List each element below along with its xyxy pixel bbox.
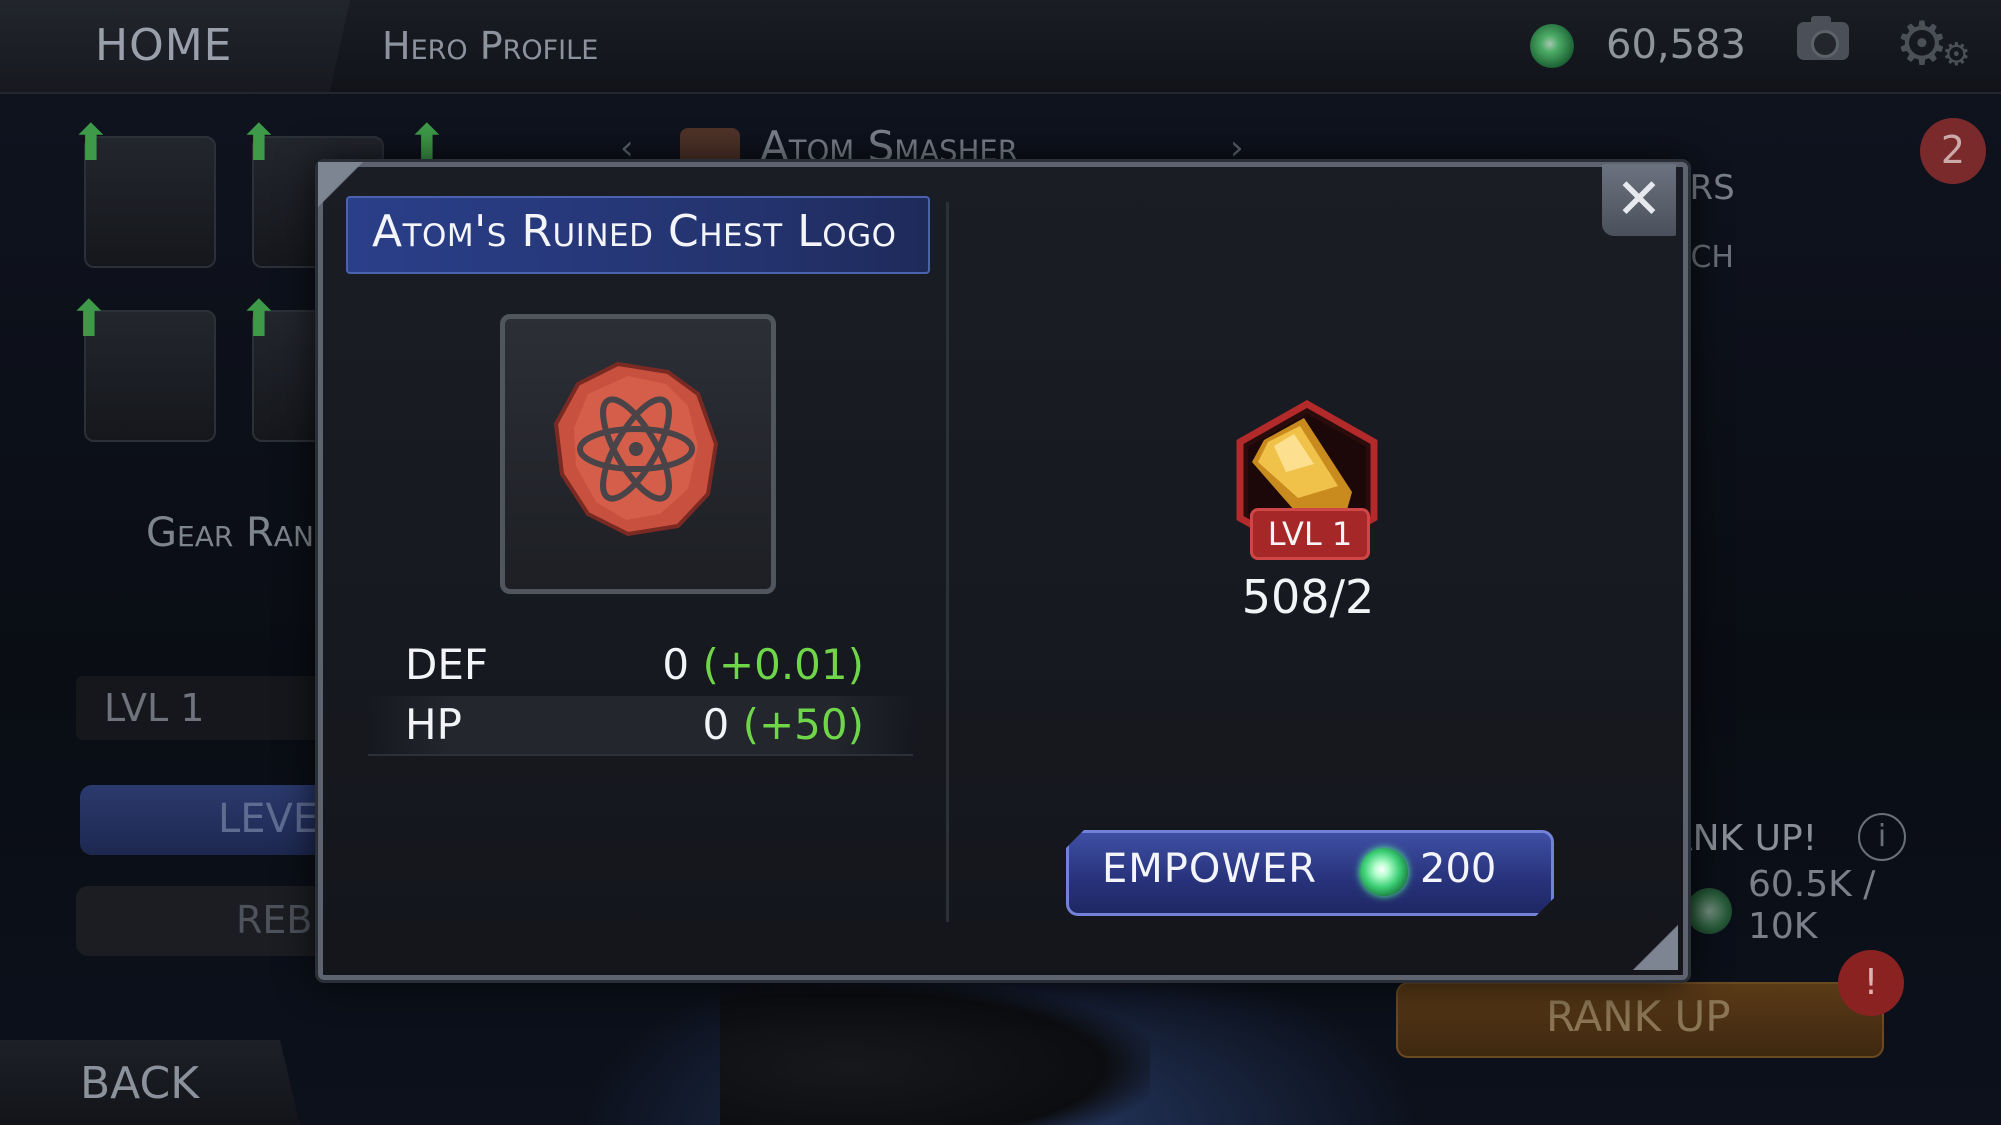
stat-base-value: 0	[662, 640, 690, 689]
notification-badge[interactable]: 2	[1920, 118, 1986, 184]
units-crystal-icon	[1360, 848, 1408, 896]
level-badge: LVL 1	[1250, 508, 1370, 560]
rebirth-button-label: REBI	[236, 898, 324, 942]
empower-cost: 200	[1420, 846, 1497, 892]
upgrade-arrow-icon: ⬆	[70, 114, 112, 172]
upgrade-arrow-icon: ⬆	[238, 114, 280, 172]
units-crystal-icon	[1530, 24, 1574, 68]
stat-name: DEF	[405, 640, 489, 689]
stat-value: 0 (+50)	[703, 700, 865, 749]
gear-rank-label: Gear Ran	[146, 510, 314, 556]
gear-icon[interactable]: ⚙	[1895, 14, 1949, 74]
stat-bonus-value: (+0.01)	[702, 640, 864, 689]
rank-up-button-label: RANK UP	[1546, 992, 1731, 1041]
back-label[interactable]: BACK	[80, 1058, 199, 1109]
empower-button-label: EMPOWER	[1102, 846, 1318, 892]
units-balance: 60,583	[1606, 22, 1746, 68]
modal-divider	[946, 202, 949, 922]
rank-up-heading: ANK UP!	[1668, 818, 1818, 859]
stat-bonus-value: (+50)	[742, 700, 864, 749]
gear-small-icon: ⚙	[1942, 35, 1971, 73]
camera-icon[interactable]	[1797, 16, 1849, 60]
level-label: LVL 1	[104, 686, 205, 730]
hero-model	[720, 980, 1150, 1125]
upgrade-arrow-icon: ⬆	[238, 290, 280, 348]
upgrade-arrow-icon: ⬆	[68, 290, 110, 348]
chest-logo-icon	[553, 361, 719, 537]
info-icon[interactable]: i	[1858, 813, 1906, 861]
home-label[interactable]: HOME	[95, 20, 232, 71]
stat-base-value: 0	[702, 700, 730, 749]
alert-icon: !	[1838, 950, 1904, 1016]
rank-up-cost: 60.5K / 10K	[1748, 864, 1876, 947]
hero-profile-label: Hero Profile	[382, 24, 599, 68]
close-button[interactable]: ✕	[1602, 164, 1676, 236]
modal-corner-decoration	[1632, 924, 1678, 970]
modal-title: Atom's Ruined Chest Logo	[372, 206, 897, 257]
units-crystal-icon	[1686, 888, 1732, 934]
stat-name: HP	[405, 700, 462, 749]
level-up-button-label: LEVE	[218, 796, 319, 842]
upgrade-arrow-icon: ⬆	[406, 114, 448, 172]
catalyst-count: 508/2	[1241, 570, 1375, 624]
stat-value: 0 (+0.01)	[662, 640, 864, 689]
